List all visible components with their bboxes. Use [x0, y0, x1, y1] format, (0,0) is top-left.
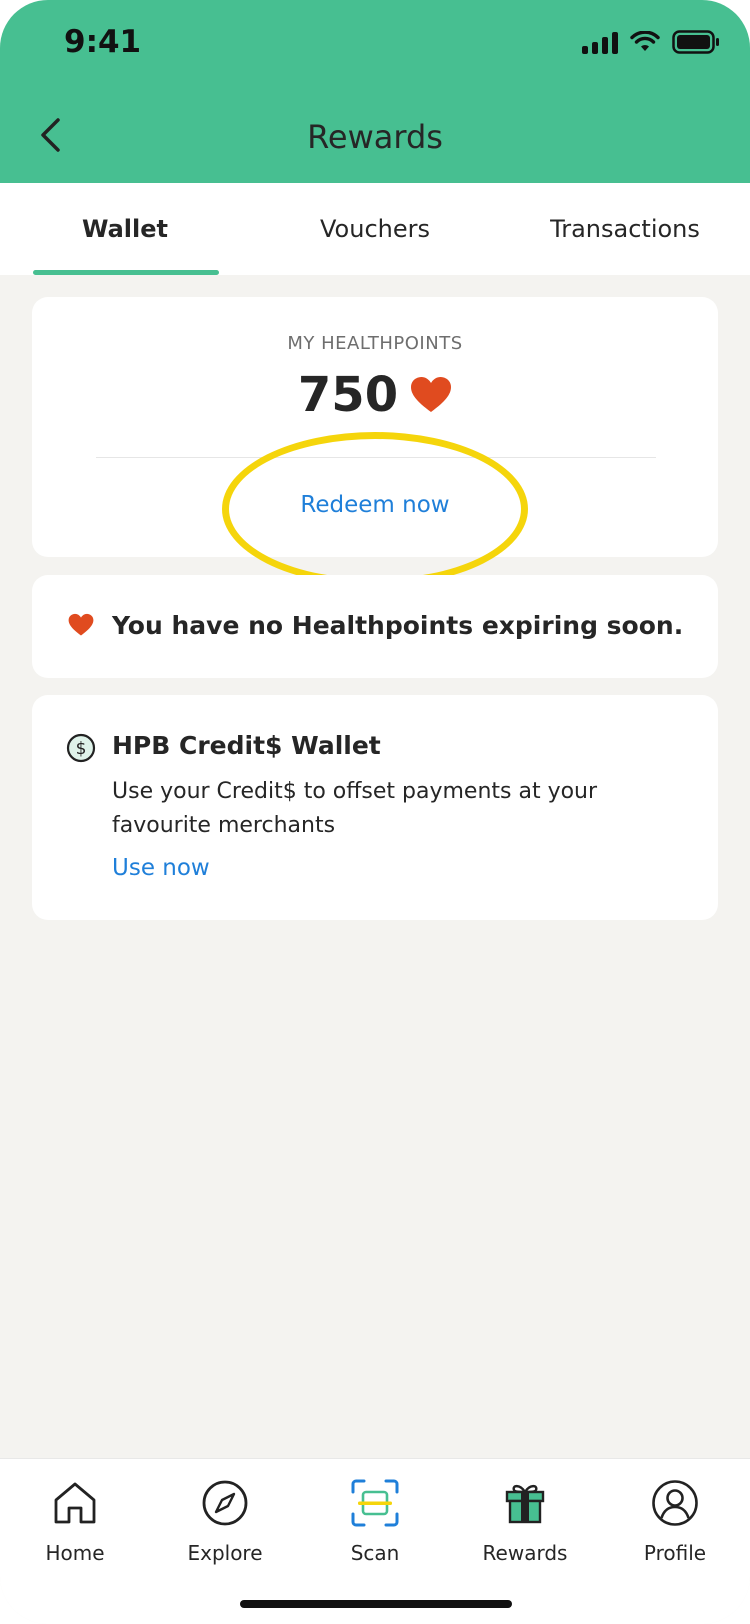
divider	[96, 457, 656, 458]
tab-transactions[interactable]: Transactions	[500, 183, 750, 275]
use-now-link[interactable]: Use now	[112, 855, 210, 881]
wifi-icon	[630, 31, 660, 51]
battery-icon	[672, 30, 719, 54]
gift-icon	[505, 1484, 545, 1524]
phone-screen: 9:41 Rewards Wallet Vouchers Transaction…	[0, 0, 750, 1624]
redeem-now-link[interactable]: Redeem now	[32, 492, 718, 518]
dollar-coin-icon: $	[66, 733, 96, 763]
home-indicator	[240, 1600, 512, 1608]
wallet-description: Use your Credit$ to offset payments at y…	[112, 779, 598, 838]
scan-icon	[351, 1479, 399, 1527]
tab-wallet[interactable]: Wallet	[0, 183, 250, 275]
expiry-text: You have no Healthpoints expiring soon.	[112, 611, 684, 640]
heart-icon	[411, 377, 452, 412]
nav-profile[interactable]: Profile	[615, 1473, 735, 1565]
expiry-notice-card: You have no Healthpoints expiring soon.	[32, 575, 718, 678]
status-time: 9:41	[64, 24, 142, 60]
compass-icon	[202, 1480, 248, 1526]
healthpoints-card: MY HEALTHPOINTS 750 Redeem now	[32, 297, 718, 557]
tab-bar: Wallet Vouchers Transactions	[0, 183, 750, 275]
header-bar: 9:41 Rewards	[0, 0, 750, 183]
status-icons	[582, 30, 720, 54]
healthpoints-label: MY HEALTHPOINTS	[287, 333, 463, 354]
profile-icon	[652, 1480, 698, 1526]
nav-explore[interactable]: Explore	[165, 1473, 285, 1565]
page-title: Rewards	[307, 118, 443, 156]
heart-icon	[68, 613, 94, 636]
credit-wallet-card: $ HPB Credit$ Wallet Use your Credit$ to…	[32, 695, 718, 920]
nav-profile-label: Profile	[643, 1541, 707, 1565]
nav-rewards-label: Rewards	[482, 1541, 568, 1565]
healthpoints-value: 750	[297, 367, 399, 423]
nav-rewards[interactable]: Rewards	[465, 1473, 585, 1565]
nav-scan-label: Scan	[350, 1541, 400, 1565]
nav-scan[interactable]: Scan	[315, 1473, 435, 1565]
active-tab-indicator	[33, 270, 219, 275]
tab-vouchers[interactable]: Vouchers	[250, 183, 500, 275]
svg-text:$: $	[76, 739, 87, 759]
nav-explore-label: Explore	[187, 1541, 263, 1565]
signal-icon	[582, 30, 618, 54]
healthpoints-row: 750	[32, 367, 718, 423]
wallet-title: HPB Credit$ Wallet	[112, 731, 381, 760]
nav-home-label: Home	[45, 1541, 105, 1565]
home-icon	[54, 1482, 96, 1524]
nav-home[interactable]: Home	[15, 1473, 135, 1565]
